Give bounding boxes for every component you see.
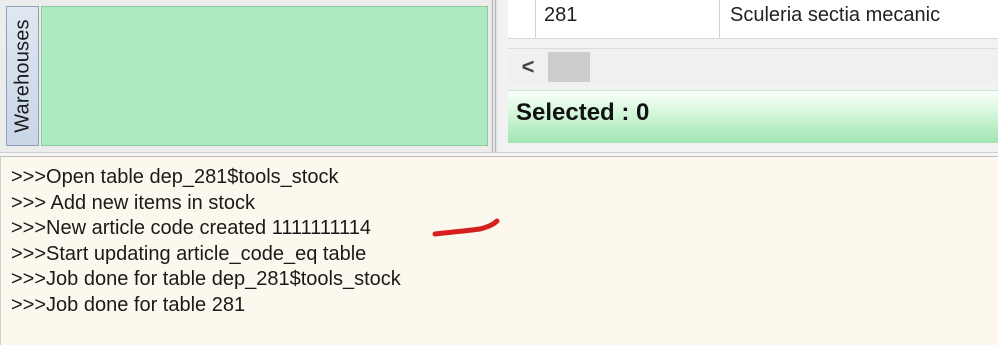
splitter-line xyxy=(495,0,496,152)
selection-status-bar: Selected : 0 xyxy=(508,90,998,143)
row-indicator-cell[interactable] xyxy=(508,0,536,38)
grid-pane: 281 Sculeria sectia mecanic < Selected :… xyxy=(498,0,998,152)
warehouses-panel[interactable] xyxy=(41,6,488,146)
scroll-left-icon[interactable]: < xyxy=(510,49,546,85)
horizontal-scrollbar[interactable]: < xyxy=(508,48,998,85)
selected-count-label: Selected : 0 xyxy=(516,99,650,126)
cell-warehouse-id[interactable]: 281 xyxy=(544,0,720,38)
warehouses-tab[interactable]: Warehouses xyxy=(6,6,39,146)
table-row[interactable]: 281 Sculeria sectia mecanic xyxy=(508,0,998,39)
log-lines: >>>Open table dep_281$tools_stock >>> Ad… xyxy=(11,165,401,318)
log-line: >>>Job done for table 281 xyxy=(11,293,246,316)
scroll-thumb[interactable] xyxy=(548,52,590,82)
warehouses-tab-label: Warehouses xyxy=(11,19,33,133)
log-panel: >>>Open table dep_281$tools_stock >>> Ad… xyxy=(0,157,998,345)
cell-warehouse-name[interactable]: Sculeria sectia mecanic xyxy=(730,0,998,38)
log-line: >>> Add new items in stock xyxy=(11,191,256,214)
vertical-splitter[interactable] xyxy=(490,0,498,152)
log-line: >>>Open table dep_281$tools_stock xyxy=(11,166,339,188)
red-underline-annotation xyxy=(432,218,500,237)
log-line: >>>Job done for table dep_281$tools_stoc… xyxy=(11,268,401,290)
log-line: >>>New article code created 1111111114 xyxy=(11,217,372,239)
splitter-line xyxy=(492,0,493,152)
top-area: Warehouses 281 Sculeria sectia mecanic <… xyxy=(0,0,998,152)
log-line: >>>Start updating article_code_eq table xyxy=(11,242,367,265)
